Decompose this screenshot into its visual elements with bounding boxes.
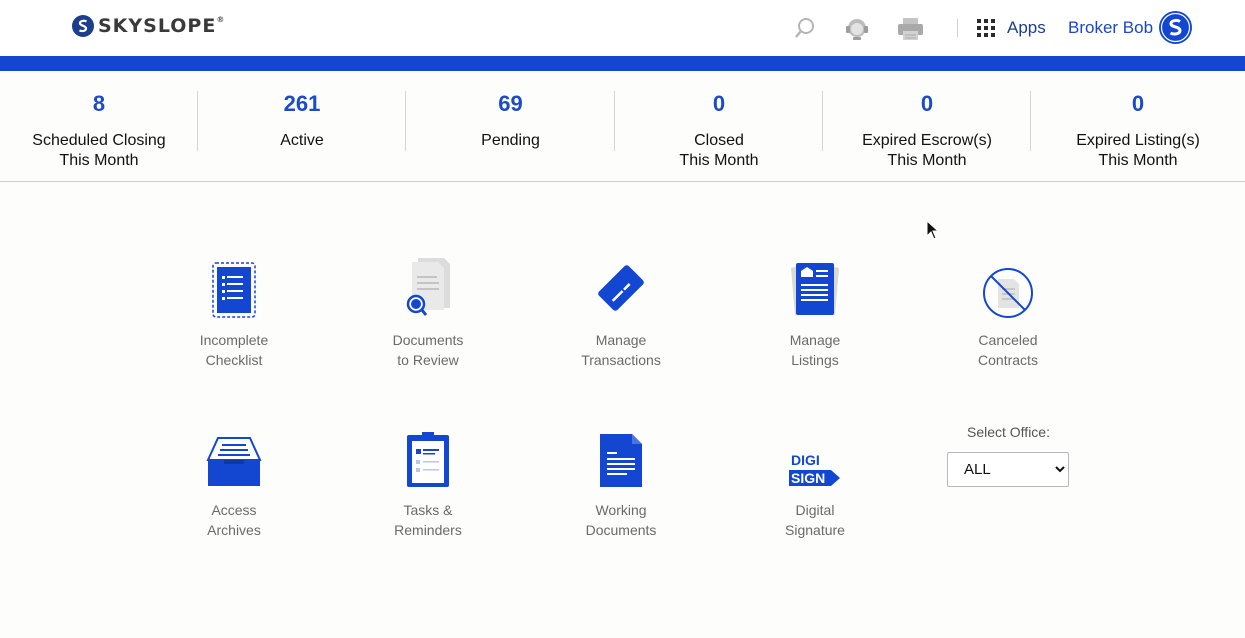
apps-grid-icon [977,19,995,37]
tile-label: Manage Transactions [581,332,661,368]
digisign-top-text: DIGI [791,452,820,468]
stat-value: 0 [1131,91,1145,116]
tile-label: Manage Listings [789,332,841,368]
print-icon[interactable] [897,16,924,47]
checklist-icon [174,252,294,318]
mouse-cursor-icon [926,219,940,245]
apps-button[interactable]: Apps [977,18,1046,38]
stats-bar: 8 Scheduled Closing This Month 261 Active… [0,71,1245,182]
tile-label: Tasks & Reminders [394,502,462,538]
search-icon[interactable] [794,16,816,45]
stat-value: 261 [283,91,321,116]
clipboard-icon [368,422,488,488]
stat-active[interactable]: 261 Active [198,71,406,181]
stat-label: Closed This Month [679,132,759,169]
tile-label: Incomplete Checklist [199,332,269,368]
digisign-bottom-text: SIGN [791,470,825,486]
stat-value: 0 [920,91,934,116]
tile-label: Documents to Review [392,332,464,368]
stat-value: 8 [92,91,106,116]
stat-label: Active [280,132,324,149]
stat-label: Expired Listing(s) This Month [1076,132,1200,169]
stat-expired-escrow[interactable]: 0 Expired Escrow(s) This Month [823,71,1031,181]
stat-label: Scheduled Closing This Month [32,132,166,169]
tile-label: Access Archives [207,502,261,538]
support-agent-icon[interactable] [845,16,869,47]
stat-label: Expired Escrow(s) This Month [862,132,992,169]
tile-manage-transactions[interactable]: Manage Transactions [561,252,681,370]
tile-digital-signature[interactable]: DIGI SIGN Digital Signature [755,422,875,540]
archive-tray-icon [174,422,294,488]
stat-value: 0 [712,91,726,116]
tile-access-archives[interactable]: Access Archives [174,422,294,540]
transaction-card-icon [561,252,681,318]
tile-tasks-reminders[interactable]: Tasks & Reminders [368,422,488,540]
office-label: Select Office: [966,424,1050,440]
office-selector: Select Office: ALL [947,424,1070,487]
stat-pending[interactable]: 69 Pending [406,71,615,181]
tile-manage-listings[interactable]: Manage Listings [755,252,875,370]
stat-label: Pending [481,132,540,149]
logo-text: SKYSLOPE® [98,15,226,37]
tile-canceled-contracts[interactable]: Canceled Contracts [948,252,1068,370]
apps-label: Apps [1007,18,1046,37]
brand-bar [0,56,1245,71]
stat-expired-listing[interactable]: 0 Expired Listing(s) This Month [1031,71,1245,181]
user-name-link[interactable]: Broker Bob [1068,18,1153,38]
skyslope-logo-mark-icon [72,15,94,37]
tile-incomplete-checklist[interactable]: Incomplete Checklist [174,252,294,370]
tile-working-documents[interactable]: Working Documents [561,422,681,540]
tile-label: Working Documents [585,502,657,538]
listing-icon [755,252,875,318]
user-avatar-icon[interactable] [1159,11,1192,44]
stat-value: 69 [498,91,523,116]
top-header: SKYSLOPE® Apps Broker Bob [0,0,1245,56]
tile-label: Digital Signature [785,502,845,538]
skyslope-logo[interactable]: SKYSLOPE® [72,15,225,37]
stat-closed[interactable]: 0 Closed This Month [615,71,823,181]
digisign-icon: DIGI SIGN [755,422,875,488]
header-divider [957,19,958,37]
canceled-document-icon [948,252,1068,318]
document-review-icon [368,252,488,318]
working-document-icon [561,422,681,488]
tile-documents-to-review[interactable]: Documents to Review [368,252,488,370]
tile-label: Canceled Contracts [978,332,1038,368]
stat-scheduled-closing[interactable]: 8 Scheduled Closing This Month [0,71,198,181]
office-select[interactable]: ALL [947,452,1069,487]
